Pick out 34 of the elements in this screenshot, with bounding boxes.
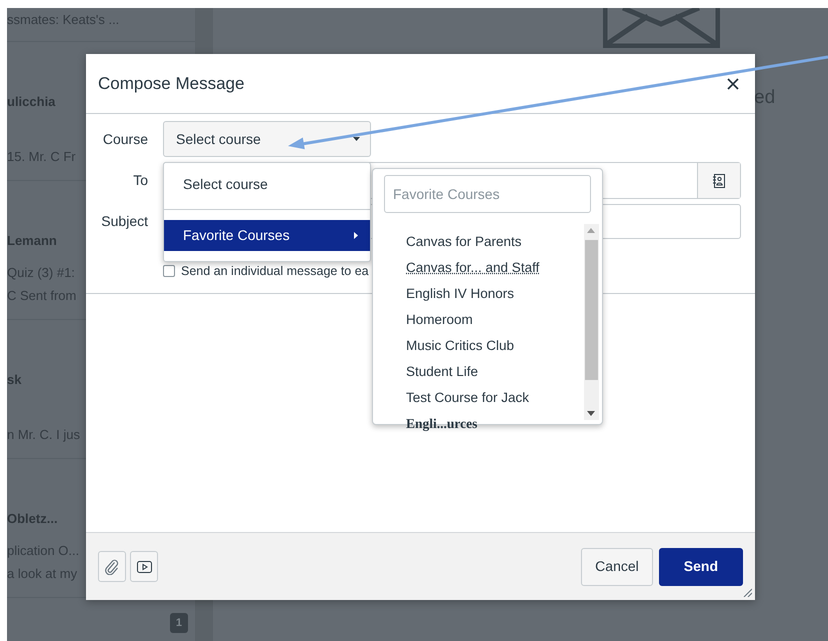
group-heading: Engli...urces (406, 415, 478, 433)
scrollbar[interactable] (584, 224, 599, 420)
search-field[interactable]: Favorite Courses (384, 175, 591, 213)
field-label: Subject (100, 212, 148, 231)
course-item[interactable]: Canvas for... and Staff (406, 258, 540, 278)
media-button[interactable] (130, 551, 158, 582)
course-item[interactable]: Music Critics Club (406, 333, 514, 359)
page-number-badge: 1 (170, 612, 188, 633)
course-item[interactable]: Homeroom (406, 307, 473, 333)
address-book-button[interactable] (697, 163, 740, 198)
course-select[interactable]: Select course (163, 121, 371, 157)
course-item[interactable]: Student Life (406, 359, 478, 385)
scroll-up-icon[interactable] (587, 228, 595, 233)
close-button[interactable] (725, 76, 741, 92)
checkbox[interactable] (163, 265, 175, 278)
menu-item[interactable]: Favorite Courses (164, 220, 370, 251)
menu-item[interactable]: Select course (164, 169, 370, 200)
paperclip-icon (105, 558, 119, 574)
scroll-down-icon[interactable] (587, 411, 595, 416)
field-label: Course (102, 130, 148, 148)
play-icon (136, 560, 152, 572)
caret-icon (353, 137, 360, 141)
cancel-button[interactable]: Cancel (581, 548, 653, 586)
course-item[interactable]: Canvas for Parents (406, 229, 522, 255)
resize-grip-icon[interactable] (744, 588, 752, 597)
send-button[interactable]: Send (658, 548, 743, 586)
envelope-icon (603, 8, 720, 48)
checkbox-label: Send an individual message to ea (181, 263, 369, 280)
course-item[interactable]: English IV Honors (406, 281, 514, 307)
attach-button[interactable] (98, 551, 126, 582)
dialog-title: Compose Message (98, 72, 244, 95)
address-book-icon (713, 174, 725, 188)
course-item[interactable]: Test Course for Jack (406, 385, 530, 411)
field-label: To (132, 171, 148, 190)
